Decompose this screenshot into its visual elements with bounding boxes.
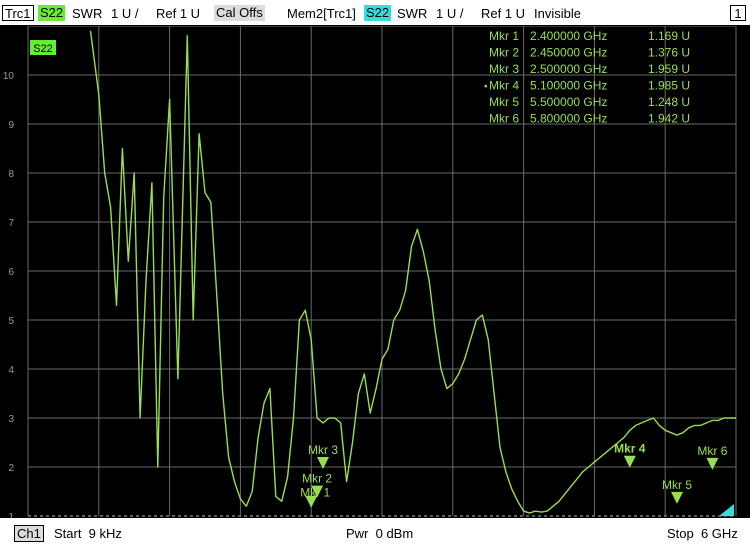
marker-table-name: Mkr 2 xyxy=(489,46,519,60)
trace-label[interactable]: Trc1 xyxy=(2,5,34,21)
marker-table-value: 1.985 U xyxy=(648,79,690,93)
start-frequency[interactable]: Start 9 kHz xyxy=(54,526,122,541)
trace-header: Trc1 S22 SWR 1 U / Ref 1 U Cal Offs Mem2… xyxy=(0,0,750,26)
y-tick-label: 4 xyxy=(8,365,14,376)
marker-table: Mkr 1 2.400000 GHz 1.169 U Mkr 2 2.450000 GH… xyxy=(484,29,690,126)
cal-offset-badge[interactable]: Cal Offs xyxy=(214,5,265,21)
y-tick-label: 8 xyxy=(8,169,14,180)
y-tick-label: 3 xyxy=(8,414,14,425)
channel-label[interactable]: Ch1 xyxy=(14,525,44,542)
marker-table-value: 1.942 U xyxy=(648,112,690,126)
mem-trace-label[interactable]: Mem2[Trc1] xyxy=(287,6,356,21)
marker-triangle xyxy=(671,491,683,504)
marker-label: Mkr 3 xyxy=(308,443,338,457)
y-tick-label: 10 xyxy=(3,71,15,82)
trace-chart: 12345678910 Mkr 1Mkr 2Mkr 3 Mkr 4Mkr 5Mkr… xyxy=(3,25,737,523)
param-badge[interactable]: S22 xyxy=(38,5,66,21)
active-marker-dot: • xyxy=(484,82,488,93)
stop-frequency[interactable]: Stop 6 GHz xyxy=(667,526,738,541)
channel-number-badge[interactable]: 1 xyxy=(730,5,746,21)
y-tick-label: 9 xyxy=(8,120,14,131)
marker-table-name: Mkr 6 xyxy=(489,112,519,126)
marker-table-name: Mkr 1 xyxy=(489,29,519,43)
mem-state-label: Invisible xyxy=(534,6,581,21)
y-tick-label: 2 xyxy=(8,463,14,474)
y-tick-label: 5 xyxy=(8,316,14,327)
marker-table-freq: 5.500000 GHz xyxy=(530,95,607,109)
channel-footer: Ch1 Start 9 kHz Pwr 0 dBm Stop 6 GHz xyxy=(0,518,750,550)
marker-label: Mkr 4 xyxy=(614,442,646,456)
marker-label: Mkr 2 xyxy=(302,472,332,486)
mem-ref-label[interactable]: Ref 1 U xyxy=(481,6,525,21)
scale-label[interactable]: 1 U / xyxy=(111,6,138,21)
trace-tag-text: S22 xyxy=(33,43,53,55)
mem-param-badge[interactable]: S22 xyxy=(364,5,392,21)
mem-scale-label[interactable]: 1 U / xyxy=(436,6,463,21)
marker-table-value: 1.169 U xyxy=(648,29,690,43)
marker-triangle xyxy=(706,457,719,470)
format-label[interactable]: SWR xyxy=(72,6,102,21)
mem-format-label[interactable]: SWR xyxy=(397,6,427,21)
marker-table-freq: 2.400000 GHz xyxy=(530,29,607,43)
marker-label: Mkr 6 xyxy=(697,444,727,458)
y-tick-label: 7 xyxy=(8,218,14,229)
marker-table-name: Mkr 4 xyxy=(489,79,519,93)
corner-indicator-shape xyxy=(719,504,734,516)
marker-table-name: Mkr 3 xyxy=(489,62,519,76)
marker-table-freq: 5.100000 GHz xyxy=(530,79,607,93)
marker-label: Mkr 5 xyxy=(662,478,692,492)
ref-label[interactable]: Ref 1 U xyxy=(156,6,200,21)
corner-indicator xyxy=(719,504,734,516)
power-level[interactable]: Pwr 0 dBm xyxy=(346,526,413,541)
markers: Mkr 1Mkr 2Mkr 3 Mkr 4Mkr 5Mkr 6 xyxy=(300,442,728,508)
y-tick-labels: 12345678910 xyxy=(3,71,15,523)
y-tick-label: 6 xyxy=(8,267,14,278)
marker-table-value: 1.959 U xyxy=(648,62,690,76)
marker-table-freq: 2.450000 GHz xyxy=(530,46,607,60)
marker-table-value: 1.376 U xyxy=(648,46,690,60)
marker-triangle xyxy=(623,455,636,468)
marker-table-value: 1.248 U xyxy=(648,95,690,109)
plot-area[interactable]: 1 2 3 4 5 6 7 8 9 10 Mkr 1 Mkr 2 Mkr 3 Mkr 4 Mkr 5 Mkr… xyxy=(0,25,750,523)
marker-table-freq: 5.800000 GHz xyxy=(530,112,607,126)
marker-table-name: Mkr 5 xyxy=(489,95,519,109)
trace-tag-group: S22 xyxy=(30,40,56,55)
marker-table-freq: 2.500000 GHz xyxy=(530,62,607,76)
